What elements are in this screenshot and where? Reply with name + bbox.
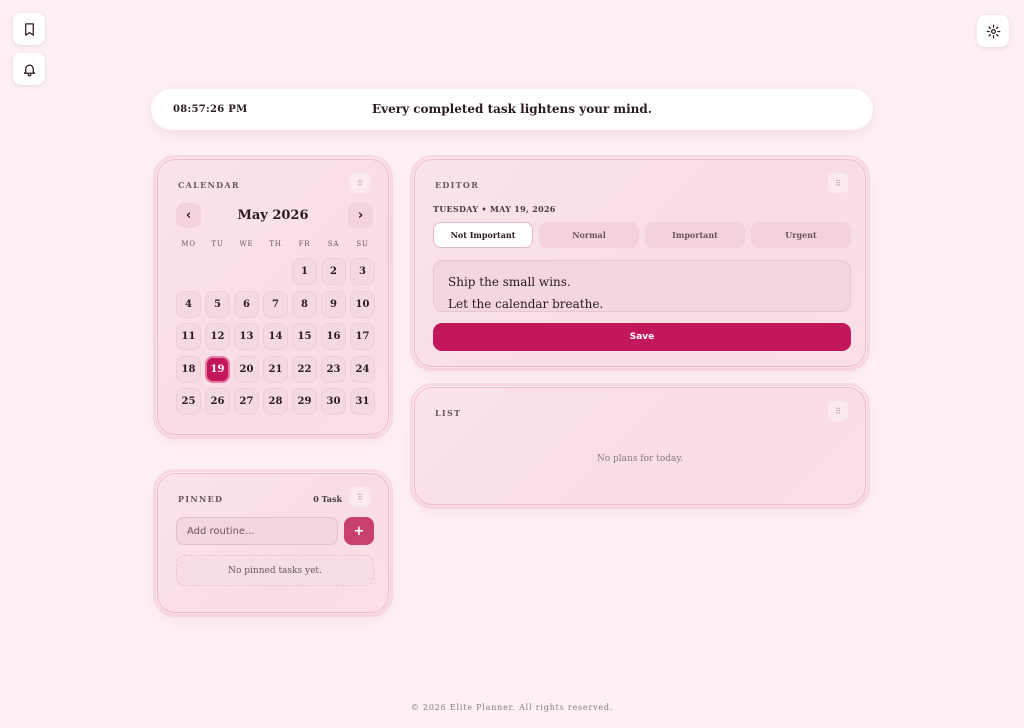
calendar-day[interactable]: 4: [176, 290, 201, 318]
task-textarea[interactable]: Ship the small wins. Let the calendar br…: [433, 260, 851, 312]
pinned-empty-message: No pinned tasks yet.: [176, 555, 374, 586]
task-line: Let the calendar breathe.: [448, 297, 604, 311]
calendar-day-today[interactable]: 19: [205, 355, 230, 383]
motivational-quote: Every completed task lightens your mind.: [372, 102, 652, 116]
calendar-day[interactable]: 21: [263, 355, 288, 383]
add-routine-button[interactable]: +: [344, 517, 374, 545]
list-card: LIST ⠿ No plans for today.: [410, 383, 870, 509]
calendar-day[interactable]: 15: [292, 323, 317, 350]
drag-handle-icon[interactable]: ⠿: [350, 173, 370, 193]
calendar-title: CALENDAR: [178, 180, 240, 190]
list-title: LIST: [435, 408, 462, 418]
save-button[interactable]: Save: [433, 323, 851, 351]
calendar-day[interactable]: 28: [263, 388, 288, 415]
calendar-day[interactable]: 13: [234, 323, 259, 350]
bookmark-icon: [24, 22, 34, 36]
calendar-day[interactable]: 30: [321, 388, 346, 415]
calendar-day[interactable]: 11: [176, 323, 201, 350]
calendar-day[interactable]: 25: [176, 388, 201, 415]
priority-important-button[interactable]: Important: [645, 222, 745, 248]
calendar-card: CALENDAR ⠿ ‹ May 2026 › MO TU WE TH FR SA SU 1…: [153, 155, 393, 439]
pinned-count: 0 Task: [313, 494, 342, 504]
top-bar: 08:57:26 PM Every completed task lighten…: [151, 89, 873, 130]
weekday-label: MO: [181, 240, 196, 248]
editor-date: TUESDAY • MAY 19, 2026: [433, 204, 556, 214]
bell-icon: [23, 64, 35, 76]
calendar-day[interactable]: 20: [234, 355, 259, 383]
calendar-day[interactable]: 3: [350, 258, 375, 285]
weekday-label: TH: [269, 240, 282, 248]
editor-title: EDITOR: [435, 180, 480, 190]
calendar-day[interactable]: 12: [205, 323, 230, 350]
pinned-card: PINNED 0 Task ⠿ + No pinned tasks yet.: [153, 469, 393, 617]
calendar-day[interactable]: 24: [350, 355, 375, 383]
notifications-button[interactable]: [13, 53, 45, 85]
calendar-day[interactable]: 10: [350, 290, 375, 318]
weekday-label: WE: [239, 240, 254, 248]
pinned-title: PINNED: [178, 494, 224, 504]
add-routine-input[interactable]: [176, 517, 338, 545]
calendar-day[interactable]: 1: [292, 258, 317, 285]
weekday-label: SU: [356, 240, 369, 248]
calendar-day[interactable]: 5: [205, 290, 230, 318]
priority-urgent-button[interactable]: Urgent: [751, 222, 851, 248]
calendar-day[interactable]: 7: [263, 290, 288, 318]
calendar-day[interactable]: 23: [321, 355, 346, 383]
calendar-day[interactable]: 8: [292, 290, 317, 318]
weekday-label: FR: [298, 240, 311, 248]
calendar-day[interactable]: 27: [234, 388, 259, 415]
calendar-day[interactable]: 14: [263, 323, 288, 350]
calendar-day[interactable]: 29: [292, 388, 317, 415]
settings-button[interactable]: [977, 15, 1009, 47]
drag-handle-icon[interactable]: ⠿: [350, 487, 370, 507]
weekday-label: TU: [211, 240, 224, 248]
priority-normal-button[interactable]: Normal: [539, 222, 639, 248]
footer: © 2026 Elite Planner. All rights reserve…: [410, 703, 614, 712]
priority-not-important-button[interactable]: Not Important: [433, 222, 533, 248]
next-month-button[interactable]: ›: [348, 203, 373, 228]
task-line: Ship the small wins.: [448, 275, 571, 289]
bookmark-button[interactable]: [13, 13, 45, 45]
editor-card: EDITOR ⠿ TUESDAY • MAY 19, 2026 Not Impo…: [410, 155, 870, 371]
drag-handle-icon[interactable]: ⠿: [828, 173, 848, 193]
gear-icon: [986, 24, 1000, 38]
list-empty-message: No plans for today.: [596, 454, 684, 464]
calendar-day[interactable]: 16: [321, 323, 346, 350]
calendar-day[interactable]: 18: [176, 355, 201, 383]
calendar-day[interactable]: 9: [321, 290, 346, 318]
drag-handle-icon[interactable]: ⠿: [828, 401, 848, 421]
calendar-day[interactable]: 17: [350, 323, 375, 350]
calendar-day[interactable]: 6: [234, 290, 259, 318]
calendar-day[interactable]: 22: [292, 355, 317, 383]
weekday-label: SA: [327, 240, 340, 248]
calendar-day[interactable]: 31: [350, 388, 375, 415]
calendar-day[interactable]: 2: [321, 258, 346, 285]
calendar-day[interactable]: 26: [205, 388, 230, 415]
